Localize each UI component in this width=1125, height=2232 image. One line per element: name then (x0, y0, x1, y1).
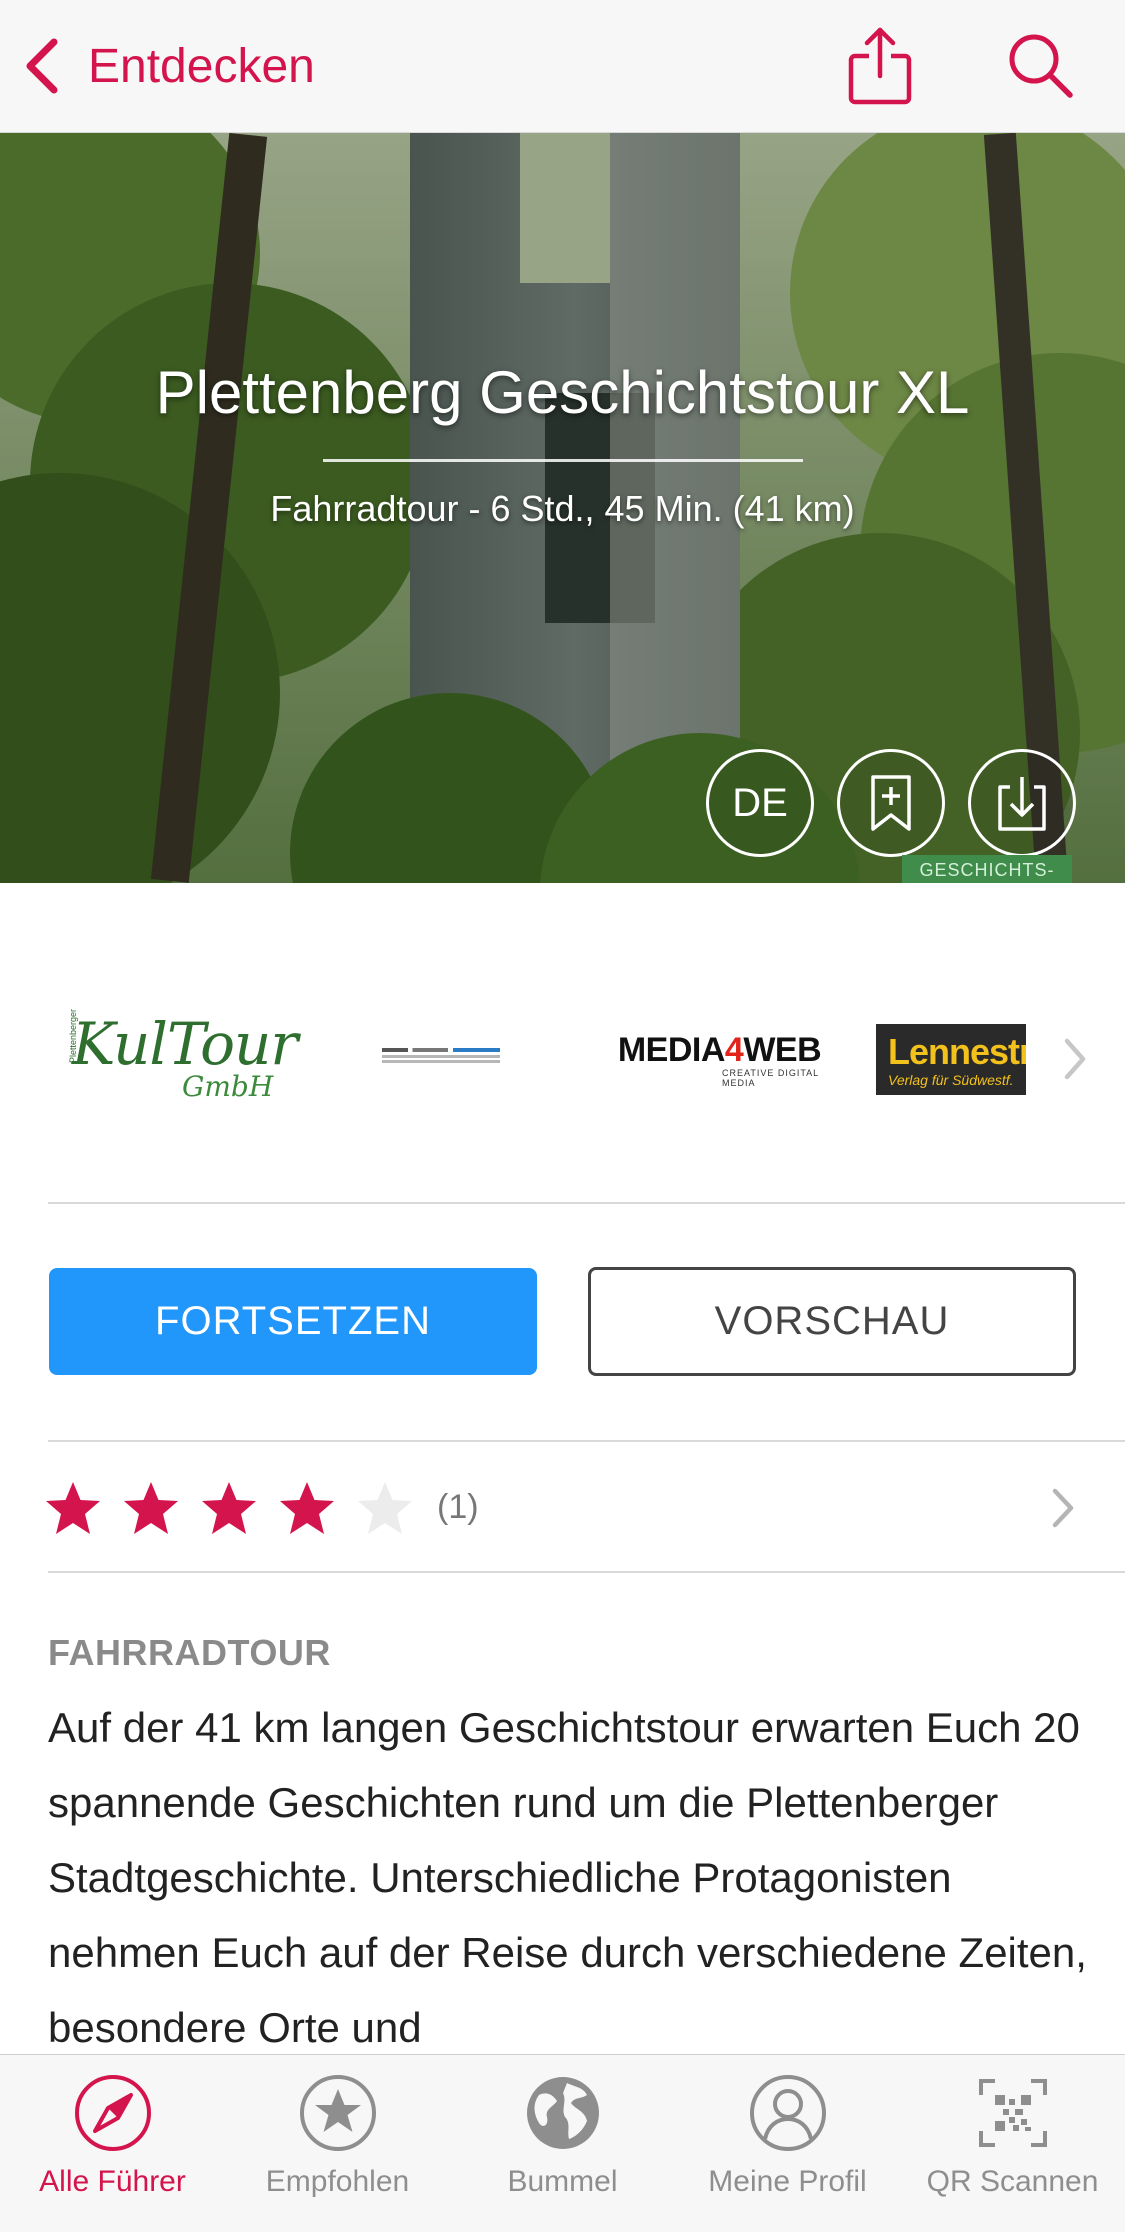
photo-sign-tag: GESCHICHTS- (902, 855, 1072, 883)
qr-code-icon (979, 2079, 1047, 2147)
tour-hero-image: Plettenberg Geschichtstour XL Fahrradtou… (0, 133, 1125, 883)
globe-icon (527, 2077, 599, 2149)
tab-label: Meine Profil (708, 2165, 867, 2198)
tab-label: Alle Führer (39, 2165, 186, 2198)
search-icon[interactable] (1005, 30, 1075, 100)
tour-subtitle: Fahrradtour - 6 Std., 45 Min. (41 km) (270, 488, 855, 529)
section-divider (48, 1202, 1125, 1204)
bookmark-button[interactable] (837, 749, 945, 857)
tab-my-profile[interactable]: Meine Profil (675, 2055, 900, 2232)
back-button-label: Entdecken (88, 39, 315, 93)
language-button[interactable]: DE (706, 749, 814, 857)
lennestra-logo-tagline: Verlag für Südwestf. (888, 1071, 1014, 1088)
tour-title: Plettenberg Geschichtstour XL (155, 359, 970, 426)
sponsor-logos-strip: Plettenberger KulTour GmbH MEDIA4WEB CRE… (0, 883, 1125, 1203)
title-divider (323, 459, 803, 462)
star-empty-icon (358, 1482, 412, 1534)
kultour-logo-main-text: KulTour (72, 1010, 298, 1078)
navigation-bar: Entdecken (0, 0, 1125, 133)
kultour-logo-sub-text: GmbH (182, 1070, 274, 1103)
profile-icon (750, 2075, 826, 2151)
tab-stroll[interactable]: Bummel (450, 2055, 675, 2232)
star-filled-icon (280, 1482, 334, 1534)
tab-recommended[interactable]: Empfohlen (225, 2055, 450, 2232)
tab-label: Empfohlen (265, 2165, 410, 2198)
tour-description: Auf der 41 km langen Geschichtstour erwa… (48, 1704, 1087, 2051)
government-logo[interactable] (382, 1040, 500, 1070)
lennestra-logo[interactable]: Lennestra Verlag für Südwestf. (876, 1024, 1026, 1095)
kultour-logo-side-text: Plettenberger (68, 1009, 78, 1064)
media4web-logo[interactable]: MEDIA4WEB CREATIVE DIGITAL MEDIA (612, 1029, 827, 1089)
lennestra-logo-text: Lennestra (888, 1030, 1026, 1072)
star-filled-icon (46, 1482, 100, 1534)
rating-count: (1) (437, 1488, 479, 1526)
download-button[interactable] (968, 749, 1076, 857)
continue-button[interactable]: FORTSETZEN (49, 1268, 537, 1375)
share-icon[interactable] (845, 26, 915, 106)
media4web-logo-text: MEDIA4WEB (617, 1030, 822, 1069)
tab-label: Bummel (507, 2165, 618, 2198)
back-button[interactable]: Entdecken (22, 30, 315, 102)
government-logo-line (382, 1055, 500, 1058)
language-label: DE (732, 780, 788, 825)
section-divider (48, 1571, 1125, 1573)
bookmark-add-icon (871, 775, 911, 831)
preview-button[interactable]: VORSCHAU (588, 1267, 1076, 1376)
chevron-right-icon (1052, 1488, 1074, 1528)
tab-bar: Alle Führer Empfohlen Bummel Meine Profi… (0, 2054, 1125, 2232)
download-icon (998, 777, 1046, 831)
media4web-logo-tagline: CREATIVE DIGITAL MEDIA (722, 1067, 819, 1088)
tour-type-label: FAHRRADTOUR (48, 1632, 331, 1673)
compass-icon (75, 2075, 151, 2151)
kultour-logo[interactable]: Plettenberger KulTour GmbH (68, 1003, 298, 1113)
rating-row[interactable]: (1) (0, 1442, 1125, 1572)
tab-qr-scan[interactable]: QR Scannen (900, 2055, 1125, 2232)
star-badge-icon (300, 2075, 376, 2151)
star-filled-icon (202, 1482, 256, 1534)
tab-label: QR Scannen (926, 2165, 1099, 2198)
tab-all-guides[interactable]: Alle Führer (0, 2055, 225, 2232)
government-logo-line (382, 1060, 500, 1063)
government-logo-line (382, 1048, 500, 1052)
star-filled-icon (124, 1482, 178, 1534)
chevron-left-icon (26, 38, 58, 94)
chevron-right-icon[interactable] (1062, 1036, 1088, 1082)
